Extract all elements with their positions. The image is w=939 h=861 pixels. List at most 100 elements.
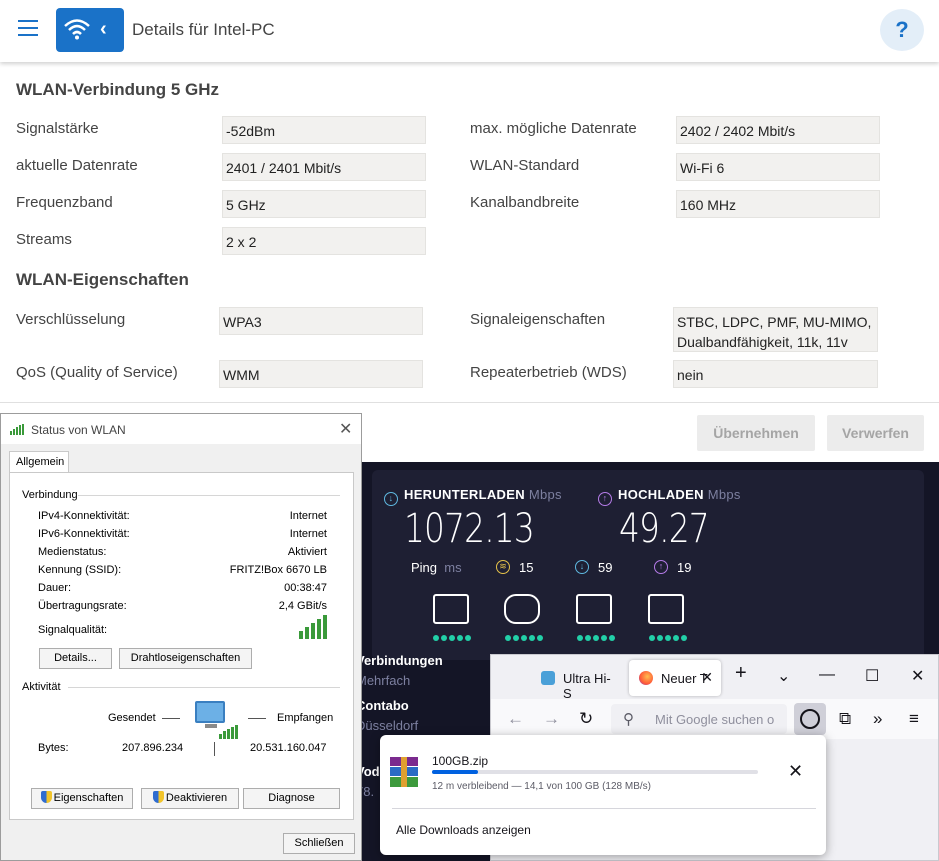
ping-idle-icon: ≋ bbox=[496, 560, 510, 574]
tab-label: Ultra Hi-S bbox=[563, 671, 611, 701]
wlan-status-dialog: Status von WLAN ✕ Allgemein Verbindung I… bbox=[0, 413, 362, 861]
download-progress-icon bbox=[800, 709, 820, 729]
streaming-rating bbox=[577, 628, 617, 641]
server-city: Düsseldorf bbox=[356, 718, 419, 733]
download-value: 1072.13 bbox=[404, 506, 535, 552]
reload-icon[interactable]: ↻ bbox=[579, 709, 593, 729]
general-panel: Verbindung IPv4-Konnektivität: Internet … bbox=[9, 472, 354, 820]
signal-small-icon bbox=[10, 424, 26, 435]
label-band: Frequenzband bbox=[16, 194, 113, 211]
group-divider bbox=[68, 687, 340, 688]
gaming-rating bbox=[505, 628, 545, 641]
shield-icon bbox=[40, 791, 52, 803]
help-button[interactable]: ? bbox=[880, 9, 924, 51]
downloads-panel: 100GB.zip 12 m verbleibend — 14,1 von 10… bbox=[380, 735, 826, 855]
close-button[interactable]: Schließen bbox=[283, 833, 355, 854]
search-placeholder: Mit Google suchen o bbox=[655, 712, 775, 727]
connections-label: Verbindungen bbox=[356, 653, 443, 668]
back-icon[interactable]: ← bbox=[507, 709, 524, 729]
search-icon: ⚲ bbox=[623, 711, 634, 728]
label-standard: WLAN-Standard bbox=[470, 157, 580, 174]
label-wds: Repeaterbetrieb (WDS) bbox=[470, 364, 627, 381]
dialog-title: Status von WLAN bbox=[31, 423, 126, 437]
back-button[interactable]: ‹ bbox=[56, 8, 124, 52]
ping-down-value: 59 bbox=[598, 560, 613, 575]
close-icon[interactable]: ✕ bbox=[339, 419, 352, 439]
tab-ultra[interactable]: Ultra Hi-S bbox=[531, 660, 619, 701]
value-encryption: WPA3 bbox=[219, 307, 423, 335]
menu-icon[interactable] bbox=[18, 20, 38, 38]
diagnose-button[interactable]: Diagnose bbox=[243, 788, 340, 809]
value-signal-props: STBC, LDPC, PMF, MU-MIMO, Dualbandfähigk… bbox=[673, 307, 878, 352]
label-qos: QoS (Quality of Service) bbox=[16, 364, 178, 381]
sent-label: Gesendet bbox=[108, 712, 156, 724]
value-wds: nein bbox=[673, 360, 878, 388]
discard-button[interactable]: Verwerfen bbox=[827, 415, 924, 451]
download-unit: Mbps bbox=[528, 487, 562, 502]
wifi-icon bbox=[64, 19, 90, 40]
value-maxrate: 2402 / 2402 Mbit/s bbox=[676, 116, 880, 144]
row-key: Dauer: bbox=[38, 582, 72, 594]
winrar-icon bbox=[390, 757, 418, 787]
chevron-left-icon: ‹ bbox=[100, 18, 107, 40]
browsing-icon bbox=[433, 594, 469, 624]
disable-button[interactable]: Deaktivieren bbox=[141, 788, 239, 809]
disable-label: Deaktivieren bbox=[165, 792, 228, 804]
ping-up-value: 19 bbox=[677, 560, 692, 575]
overflow-icon[interactable]: » bbox=[873, 709, 882, 729]
bytes-divider bbox=[214, 742, 215, 756]
server-label: Contabo bbox=[356, 698, 409, 713]
chevron-down-icon[interactable]: ⌄ bbox=[777, 666, 790, 686]
received-label: Empfangen bbox=[277, 712, 334, 724]
tab-favicon bbox=[541, 671, 555, 685]
label-signal: Signalstärke bbox=[16, 120, 99, 137]
extensions-icon[interactable]: ⧉ bbox=[839, 709, 851, 729]
tab-general[interactable]: Allgemein bbox=[9, 451, 69, 473]
ping-idle-value: 15 bbox=[519, 560, 534, 575]
forward-icon[interactable]: → bbox=[543, 709, 560, 729]
ping-down-icon: ↓ bbox=[575, 560, 589, 574]
bytes-sent: 207.896.234 bbox=[122, 742, 184, 754]
show-all-downloads-link[interactable]: Alle Downloads anzeigen bbox=[396, 823, 531, 837]
details-button[interactable]: Details... bbox=[39, 648, 112, 669]
close-tab-icon[interactable]: ✕ bbox=[701, 669, 713, 686]
download-progress-bar bbox=[432, 770, 758, 774]
activity-group-label: Aktivität bbox=[22, 681, 61, 693]
label-signal-props: Signaleigenschaften bbox=[470, 311, 606, 328]
apply-button[interactable]: Übernehmen bbox=[697, 415, 815, 451]
label-bandwidth: Kanalbandbreite bbox=[470, 194, 580, 211]
upload-unit: Mbps bbox=[707, 487, 741, 502]
page-title: Details für Intel-PC bbox=[132, 20, 275, 39]
minimize-icon[interactable]: — bbox=[819, 666, 835, 684]
connections-value: Mehrfach bbox=[356, 673, 411, 688]
label-streams: Streams bbox=[16, 231, 72, 248]
row-key: IPv4-Konnektivität: bbox=[38, 510, 130, 522]
row-value: 00:38:47 bbox=[284, 582, 327, 594]
group-divider bbox=[78, 495, 340, 496]
upload-icon: ↑ bbox=[598, 492, 612, 506]
tab-strip: Ultra Hi-S Neuer T ✕ + ⌄ — ☐ ✕ bbox=[491, 655, 938, 701]
video-call-rating bbox=[649, 628, 689, 641]
download-filename: 100GB.zip bbox=[432, 754, 489, 768]
value-signal: -52dBm bbox=[222, 116, 426, 144]
tab-new[interactable]: Neuer T ✕ bbox=[629, 660, 721, 696]
properties-button[interactable]: Eigenschaften bbox=[31, 788, 133, 809]
upload-label: HOCHLADEN bbox=[618, 487, 704, 502]
maximize-icon[interactable]: ☐ bbox=[865, 666, 879, 686]
upload-header: ↑ HOCHLADEN Mbps bbox=[598, 487, 741, 506]
wireless-properties-button[interactable]: Drahtloseigenschaften bbox=[119, 648, 252, 669]
downloads-button[interactable] bbox=[794, 703, 826, 735]
menu-icon[interactable]: ≡ bbox=[909, 709, 919, 729]
label-encryption: Verschlüsselung bbox=[16, 311, 126, 328]
properties-label: Eigenschaften bbox=[53, 792, 124, 804]
url-bar[interactable]: ⚲ Mit Google suchen o bbox=[611, 704, 787, 734]
cancel-download-icon[interactable]: ✕ bbox=[788, 761, 803, 782]
value-streams: 2 x 2 bbox=[222, 227, 426, 255]
nav-bar: ← → ↻ ⚲ Mit Google suchen o ⧉ » ≡ bbox=[491, 699, 938, 739]
row-key: Medienstatus: bbox=[38, 546, 107, 558]
sent-line bbox=[162, 718, 180, 719]
close-window-icon[interactable]: ✕ bbox=[911, 666, 924, 686]
bytes-label: Bytes: bbox=[38, 742, 69, 754]
download-label: HERUNTERLADEN bbox=[404, 487, 525, 502]
new-tab-icon[interactable]: + bbox=[735, 662, 747, 685]
